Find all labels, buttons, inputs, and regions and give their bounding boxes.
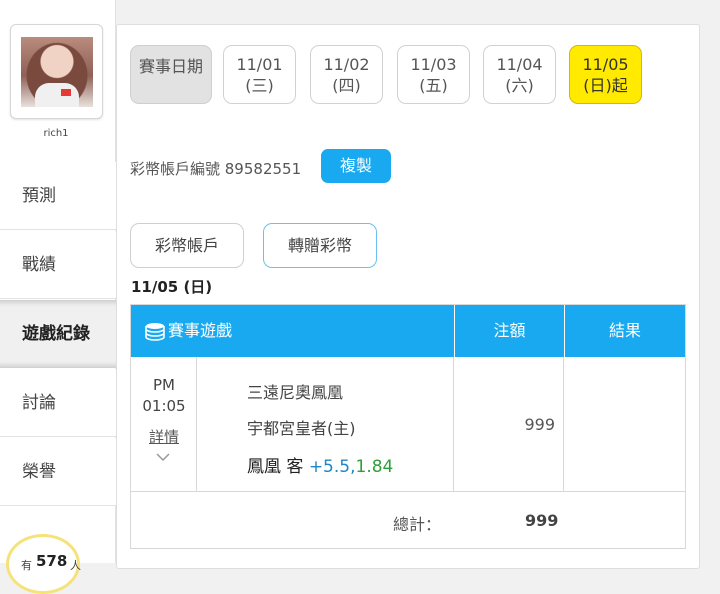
- header-amount: 注額: [454, 305, 564, 357]
- row-time-ampm: PM: [153, 376, 175, 394]
- coins-icon: [145, 323, 165, 341]
- row-time: 01:05: [142, 397, 186, 415]
- sidebar-item-record[interactable]: 戰績: [0, 231, 116, 299]
- date-tab-date: 11/03: [410, 55, 457, 74]
- avatar-figure: [35, 83, 79, 107]
- date-filter-label: 賽事日期: [130, 45, 212, 104]
- date-tab-1105[interactable]: 11/05 (日)起: [569, 45, 642, 104]
- badge-count: 578: [36, 552, 68, 570]
- chevron-down-icon[interactable]: [156, 452, 170, 462]
- avatar[interactable]: [21, 37, 93, 107]
- detail-link[interactable]: 詳情: [131, 426, 197, 447]
- bet-pick: 鳳凰 客 +5.5,1.84: [247, 452, 393, 477]
- away-team: 三遠尼奧鳳凰: [247, 383, 344, 402]
- badge-suffix: 人: [70, 559, 81, 572]
- game-history-table: 賽事遊戲 注額 結果 PM 01:05 詳情 三遠尼奧鳳凰 宇都宮皇者(主) 鳳…: [130, 304, 686, 549]
- row-time-cell: PM 01:05 詳情: [131, 357, 197, 492]
- date-tab-1103[interactable]: 11/03 (五): [397, 45, 470, 104]
- table-row: PM 01:05 詳情 三遠尼奧鳳凰 宇都宮皇者(主) 鳳凰 客 +5.5,1.…: [131, 357, 685, 492]
- row-game-cell: 三遠尼奧鳳凰 宇都宮皇者(主) 鳳凰 客 +5.5,1.84: [197, 357, 454, 492]
- sidebar-item-honor[interactable]: 榮譽: [0, 438, 116, 506]
- sidebar-item-prediction[interactable]: 預測: [0, 162, 116, 230]
- date-tab-weekday: (三): [245, 76, 274, 95]
- date-tab-weekday: (日)起: [583, 76, 628, 95]
- date-tab-1101[interactable]: 11/01 (三): [223, 45, 296, 104]
- section-date: 11/05 (日): [131, 278, 213, 296]
- sidebar: rich1 預測 戰績 遊戲紀錄 討論 榮譽 有 578 人: [0, 0, 116, 594]
- pick-team: 鳳凰 客: [247, 457, 304, 477]
- wallet-button[interactable]: 彩幣帳戶: [130, 223, 244, 268]
- header-game: 賽事遊戲: [138, 305, 454, 357]
- row-result-cell: [564, 357, 685, 492]
- date-tab-date: 11/01: [236, 55, 283, 74]
- avatar-badge: [61, 89, 71, 96]
- table-header: 賽事遊戲 注額 結果: [131, 305, 685, 357]
- date-tab-1104[interactable]: 11/04 (六): [483, 45, 556, 104]
- copy-button[interactable]: 複製: [321, 149, 391, 183]
- date-tab-weekday: (六): [505, 76, 534, 95]
- username[interactable]: rich1: [0, 128, 112, 139]
- avatar-card[interactable]: [10, 24, 103, 119]
- total-label: 總計：: [393, 515, 442, 534]
- main-panel: 賽事日期 11/01 (三) 11/02 (四) 11/03 (五) 11/04…: [116, 24, 700, 569]
- pick-handicap: +5.5: [308, 457, 351, 477]
- date-tab-weekday: (四): [332, 76, 361, 95]
- badge-prefix: 有: [21, 559, 32, 572]
- row-amount-cell: 999: [454, 357, 564, 492]
- date-tab-weekday: (五): [419, 76, 448, 95]
- people-count-badge: 有 578 人: [6, 534, 81, 594]
- row-amount: 999: [524, 415, 555, 434]
- date-tab-date: 11/04: [496, 55, 543, 74]
- date-tab-date: 11/02: [323, 55, 370, 74]
- header-game-label: 賽事遊戲: [168, 321, 233, 340]
- transfer-button[interactable]: 轉贈彩幣: [263, 223, 377, 268]
- date-tab-1102[interactable]: 11/02 (四): [310, 45, 383, 104]
- header-result: 結果: [564, 305, 685, 357]
- date-tab-date: 11/05: [582, 55, 629, 74]
- account-number: 彩幣帳戶編號 89582551: [130, 160, 302, 178]
- pick-odds: 1.84: [355, 457, 394, 477]
- total-value: 999: [525, 511, 559, 530]
- home-team: 宇都宮皇者(主): [247, 419, 356, 438]
- sidebar-item-discussion[interactable]: 討論: [0, 369, 116, 437]
- sidebar-item-game-history[interactable]: 遊戲紀錄: [0, 300, 116, 368]
